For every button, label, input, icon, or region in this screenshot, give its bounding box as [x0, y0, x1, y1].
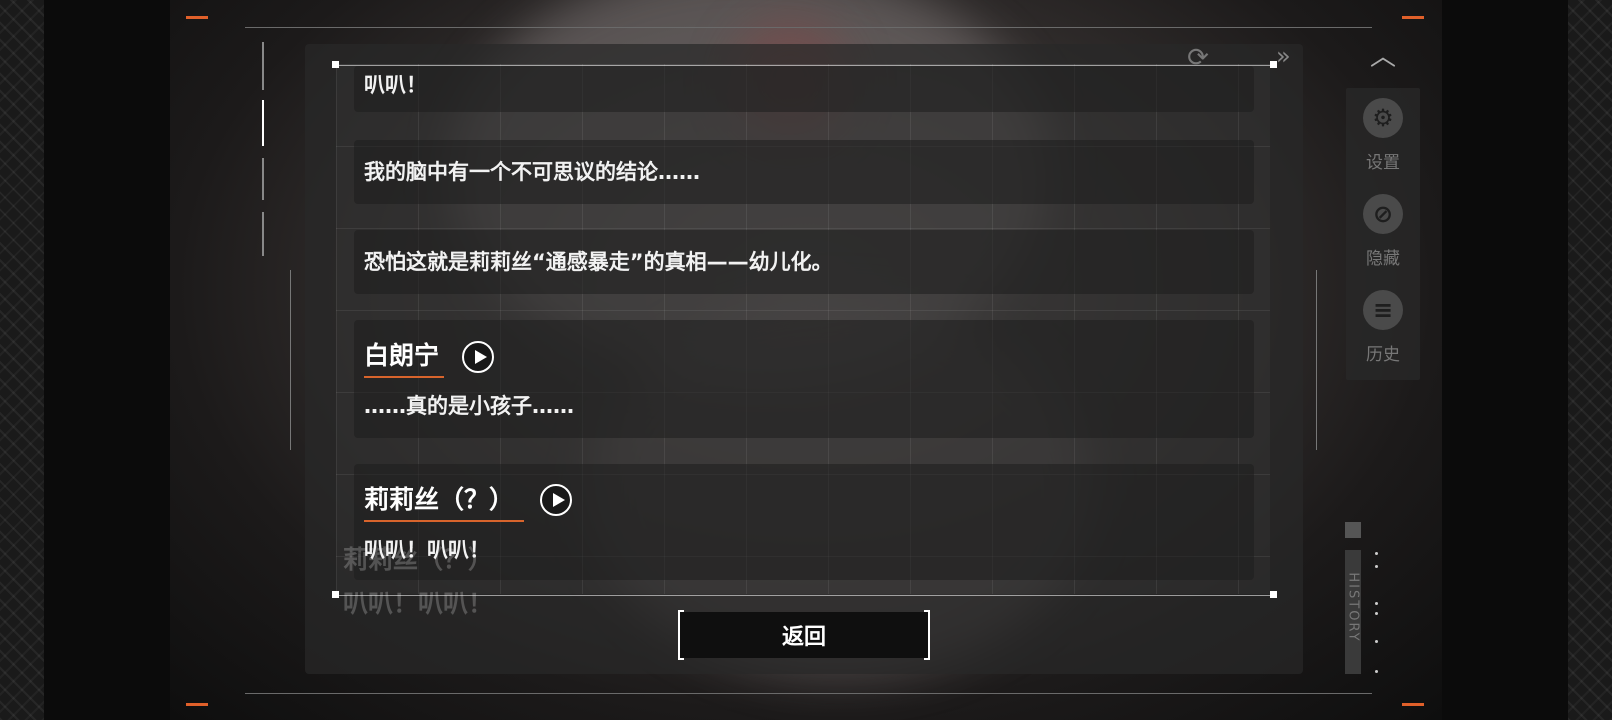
bottom-frame-line	[245, 693, 1372, 694]
corner-accent	[1402, 703, 1424, 706]
log-entry-text: 恐怕这就是莉莉丝“通感暴走”的真相——幼儿化。	[364, 250, 833, 274]
corner-accent	[186, 703, 208, 706]
gear-icon: ⚙	[1363, 98, 1403, 138]
decor-dot	[1375, 552, 1378, 555]
current-line-text: 叭叭！叭叭！	[343, 589, 494, 618]
history-label: 历史	[1366, 345, 1400, 365]
decor-dot	[1375, 602, 1378, 605]
frame-side-line	[290, 270, 291, 450]
skip-icon[interactable]: »	[1276, 42, 1291, 70]
history-tab-marker	[1345, 522, 1361, 538]
frame-corner	[332, 61, 339, 68]
chat-history-icon: ≡	[1363, 290, 1403, 330]
log-entry[interactable]: 恐怕这就是莉莉丝“通感暴走”的真相——幼儿化。	[354, 230, 1254, 294]
side-menu: ⚙ 设置 ⊘ 隐藏 ≡ 历史	[1346, 88, 1420, 380]
hide-button[interactable]: ⊘ 隐藏	[1346, 184, 1420, 274]
current-line-speaker: 莉莉丝（？）	[343, 545, 494, 574]
corner-accent	[1402, 16, 1424, 19]
decor-dot	[1375, 612, 1378, 615]
log-entry[interactable]: 白朗宁 ……真的是小孩子……	[354, 320, 1254, 438]
history-button[interactable]: ≡ 历史	[1346, 280, 1420, 370]
frame-side-line	[1316, 270, 1317, 450]
decor-dot	[1375, 640, 1378, 643]
frame-corner	[1270, 591, 1277, 598]
log-entry[interactable]: 叭叭！	[354, 66, 1254, 112]
frame-corner	[332, 591, 339, 598]
back-button[interactable]: 返回	[678, 610, 930, 660]
top-frame-line	[245, 27, 1372, 28]
history-tab[interactable]: HISTORY	[1345, 550, 1361, 674]
back-button-label: 返回	[781, 625, 826, 650]
left-border-pattern	[0, 0, 44, 720]
log-entry-text: 叭叭！	[364, 73, 427, 97]
chevron-up-icon[interactable]: ︿	[1370, 36, 1396, 73]
log-entry-text: 我的脑中有一个不可思议的结论……	[364, 160, 700, 184]
decor-dot	[1375, 670, 1378, 673]
speaker-name: 白朗宁	[364, 341, 440, 370]
hide-label: 隐藏	[1366, 249, 1400, 269]
speaker-name: 莉莉丝（？）	[364, 485, 515, 514]
corner-accent	[186, 16, 208, 19]
log-entry[interactable]: 我的脑中有一个不可思议的结论……	[354, 140, 1254, 204]
right-border-pattern	[1568, 0, 1612, 720]
speaker-underline	[364, 376, 444, 378]
eye-hidden-icon: ⊘	[1363, 194, 1403, 234]
play-voice-button[interactable]	[540, 484, 572, 516]
log-entry-text: ……真的是小孩子……	[364, 394, 574, 418]
history-tab-label: HISTORY	[1345, 572, 1361, 643]
speaker-underline	[364, 520, 524, 522]
settings-button[interactable]: ⚙ 设置	[1346, 88, 1420, 178]
settings-label: 设置	[1366, 153, 1400, 173]
decor-dot	[1375, 565, 1378, 568]
play-voice-button[interactable]	[462, 341, 494, 373]
